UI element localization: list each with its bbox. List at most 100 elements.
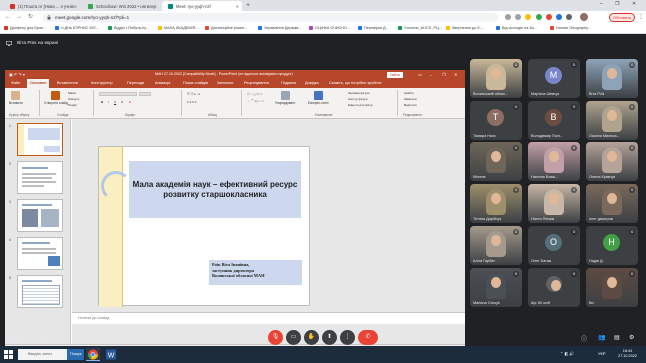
window-close-icon[interactable]: ✕: [632, 1, 636, 7]
minimize-icon[interactable]: –: [430, 72, 432, 77]
quick-styles-button[interactable]: Експрес-стилі: [308, 91, 328, 105]
url-bar[interactable]: meet.google.com/ryo-yyqh-nzf?pli=1: [43, 13, 498, 22]
underline-icon[interactable]: U: [114, 100, 116, 104]
participant-tile[interactable]: ⦸ Ще 80 осіб: [528, 268, 580, 307]
section-button[interactable]: Розділ: [68, 103, 77, 107]
font-color-icon[interactable]: A: [129, 100, 131, 104]
tray-icons[interactable]: ⌃ ◧ 🔊: [560, 351, 574, 356]
close-icon[interactable]: ✕: [154, 4, 157, 9]
find-button[interactable]: Знайти: [404, 91, 414, 95]
close-icon[interactable]: ✕: [454, 72, 457, 77]
bookmark-item[interactable]: Звернення до 5-...: [446, 26, 484, 30]
windows-start-icon[interactable]: [4, 350, 13, 359]
bookmark-item[interactable]: Human Geography...: [550, 26, 591, 30]
bold-icon[interactable]: B: [101, 100, 103, 104]
participant-tile[interactable]: ⦸ Волинський облас...: [470, 59, 522, 98]
new-tab-icon[interactable]: +: [246, 2, 250, 9]
bookmark-item[interactable]: Відділ • Побутр-пу...: [108, 26, 149, 30]
back-icon[interactable]: ←: [5, 14, 11, 20]
browser-tab-mail[interactable]: (1) Пошта от [Нова ... 4 учнів ✕: [4, 1, 80, 11]
participant-tile[interactable]: В ⦸ Володимир Полі...: [528, 101, 580, 140]
bookmark-item[interactable]: Від сьогодні на Бо...: [496, 26, 537, 30]
taskbar-search[interactable]: Введіть запит: [18, 349, 68, 360]
font-name-select[interactable]: [99, 92, 137, 96]
strikethrough-icon[interactable]: S: [121, 100, 123, 104]
people-icon[interactable]: 👥: [598, 334, 605, 341]
more-vert-icon[interactable]: ⋮: [638, 13, 644, 20]
participant-tile[interactable]: ⦸ Віта Роїк: [586, 59, 638, 98]
participant-tile[interactable]: ⦸ олег дмитров: [586, 184, 638, 223]
tab-slideshow[interactable]: Показ слайдів: [183, 81, 208, 85]
participant-tile[interactable]: ⦸ Тетяна Дарійчук: [470, 184, 522, 223]
browser-tab-schoolnavi[interactable]: Schoolnavi: Win 2022 • натиску ✕: [82, 1, 160, 11]
participant-tile[interactable]: Т ⦸ Тамара Ноєк: [470, 101, 522, 140]
tab-transitions[interactable]: Переходи: [127, 81, 144, 85]
extension-icon[interactable]: [556, 14, 562, 20]
mic-off-icon[interactable]: 🎙: [268, 330, 283, 345]
tab-view[interactable]: Подання: [281, 81, 296, 85]
ribbon-display-icon[interactable]: ▭: [418, 72, 422, 77]
replace-button[interactable]: Замінити: [404, 97, 417, 101]
minimize-icon[interactable]: –: [600, 1, 603, 7]
camera-off-icon[interactable]: ▭: [286, 330, 301, 345]
participant-tile[interactable]: ⦸ Оксана Мисюсь...: [586, 101, 638, 140]
keyboard-language[interactable]: УКР: [598, 351, 606, 356]
tab-file[interactable]: Файл: [11, 81, 20, 85]
tab-design[interactable]: Конструктор: [91, 81, 113, 85]
bookmark-item[interactable]: Дрифтер для Брон...: [4, 26, 46, 30]
extension-icon[interactable]: [546, 14, 552, 20]
participant-tile[interactable]: ⦸ Наталія Блаж...: [528, 142, 580, 181]
notes-pane[interactable]: Нотатки до слайда: [72, 312, 465, 324]
shape-effects-button[interactable]: Ефекти для фігур: [348, 103, 373, 107]
close-icon[interactable]: ✕: [236, 4, 239, 9]
maximize-icon[interactable]: ❐: [615, 1, 619, 7]
participant-tile[interactable]: Н ⦸ Надія Д.: [586, 226, 638, 265]
tab-help[interactable]: Довідка: [305, 81, 319, 85]
update-button[interactable]: Обновить: [609, 13, 636, 22]
italic-icon[interactable]: I: [108, 100, 109, 104]
quick-access-icons[interactable]: ▣ ↶ ↷ ▾: [9, 72, 25, 77]
slide-thumbnail[interactable]: [17, 161, 63, 194]
taskbar-search-button[interactable]: Пошук: [67, 349, 85, 360]
slide-thumbnail[interactable]: [17, 199, 63, 232]
participant-tile[interactable]: ⦸ Алла Гарбат: [470, 226, 522, 265]
leave-call-icon[interactable]: ✆: [358, 330, 378, 345]
select-button[interactable]: Виділити: [404, 103, 417, 107]
bookmark-item[interactable]: МАЛА АКАДЕМІЯ...: [158, 26, 199, 30]
bookmark-star-icon[interactable]: [525, 14, 531, 20]
close-icon[interactable]: ✕: [74, 4, 77, 9]
tell-me-search[interactable]: Скажіть, що потрібно зробити: [329, 81, 381, 85]
taskbar-clock[interactable]: 18:44 27.10.2022: [618, 349, 637, 359]
font-size-select[interactable]: [139, 92, 151, 96]
more-options-icon[interactable]: ⋮: [340, 330, 355, 345]
puzzle-icon[interactable]: [566, 14, 572, 20]
bookmark-item[interactable]: Управління Держав...: [258, 26, 301, 30]
word-taskbar-icon[interactable]: W: [104, 348, 118, 361]
slide-subtitle-box[interactable]: Роїк Віта Іванівна, заступник директора …: [209, 260, 302, 285]
profile-avatar[interactable]: [580, 13, 588, 21]
shape-outline-button[interactable]: Контур фігури: [348, 97, 368, 101]
signin-button[interactable]: Увійти: [387, 71, 403, 78]
bookmark-item[interactable]: Учители_WJCE_РЦ...: [398, 26, 442, 30]
maximize-icon[interactable]: ❐: [442, 72, 446, 77]
extension-icon[interactable]: [505, 14, 511, 20]
chrome-taskbar-icon[interactable]: [86, 348, 100, 361]
paste-button[interactable]: Вставити: [9, 91, 23, 105]
bookmark-item[interactable]: Дистанційне рішен...: [205, 26, 247, 30]
present-now-icon[interactable]: ⬆: [322, 330, 337, 345]
reset-button[interactable]: Скинути: [68, 97, 79, 101]
slide-thumbnail[interactable]: [17, 237, 63, 270]
tab-review[interactable]: Рецензування: [244, 81, 269, 85]
layout-button[interactable]: Макет: [68, 91, 77, 95]
shapes-gallery-icon[interactable]: ▭ ○ △ ⬡ ☆: [247, 92, 263, 96]
extension-icon[interactable]: [515, 14, 521, 20]
slide-thumbnail[interactable]: [17, 123, 63, 156]
bookmark-item[interactable]: ОЦІНКА ОЧИСНО...: [309, 26, 350, 30]
tab-insert[interactable]: Вставлення: [57, 81, 78, 85]
tab-animations[interactable]: Анімація: [155, 81, 170, 85]
participant-tile[interactable]: О ⦸ Олег Багаж: [528, 226, 580, 265]
participant-tile[interactable]: ⦸ Мілена: [470, 142, 522, 181]
info-icon[interactable]: ⓘ: [581, 334, 587, 343]
forward-icon[interactable]: →: [16, 14, 22, 20]
participant-tile[interactable]: ⦸ Олена Кравчук: [586, 142, 638, 181]
